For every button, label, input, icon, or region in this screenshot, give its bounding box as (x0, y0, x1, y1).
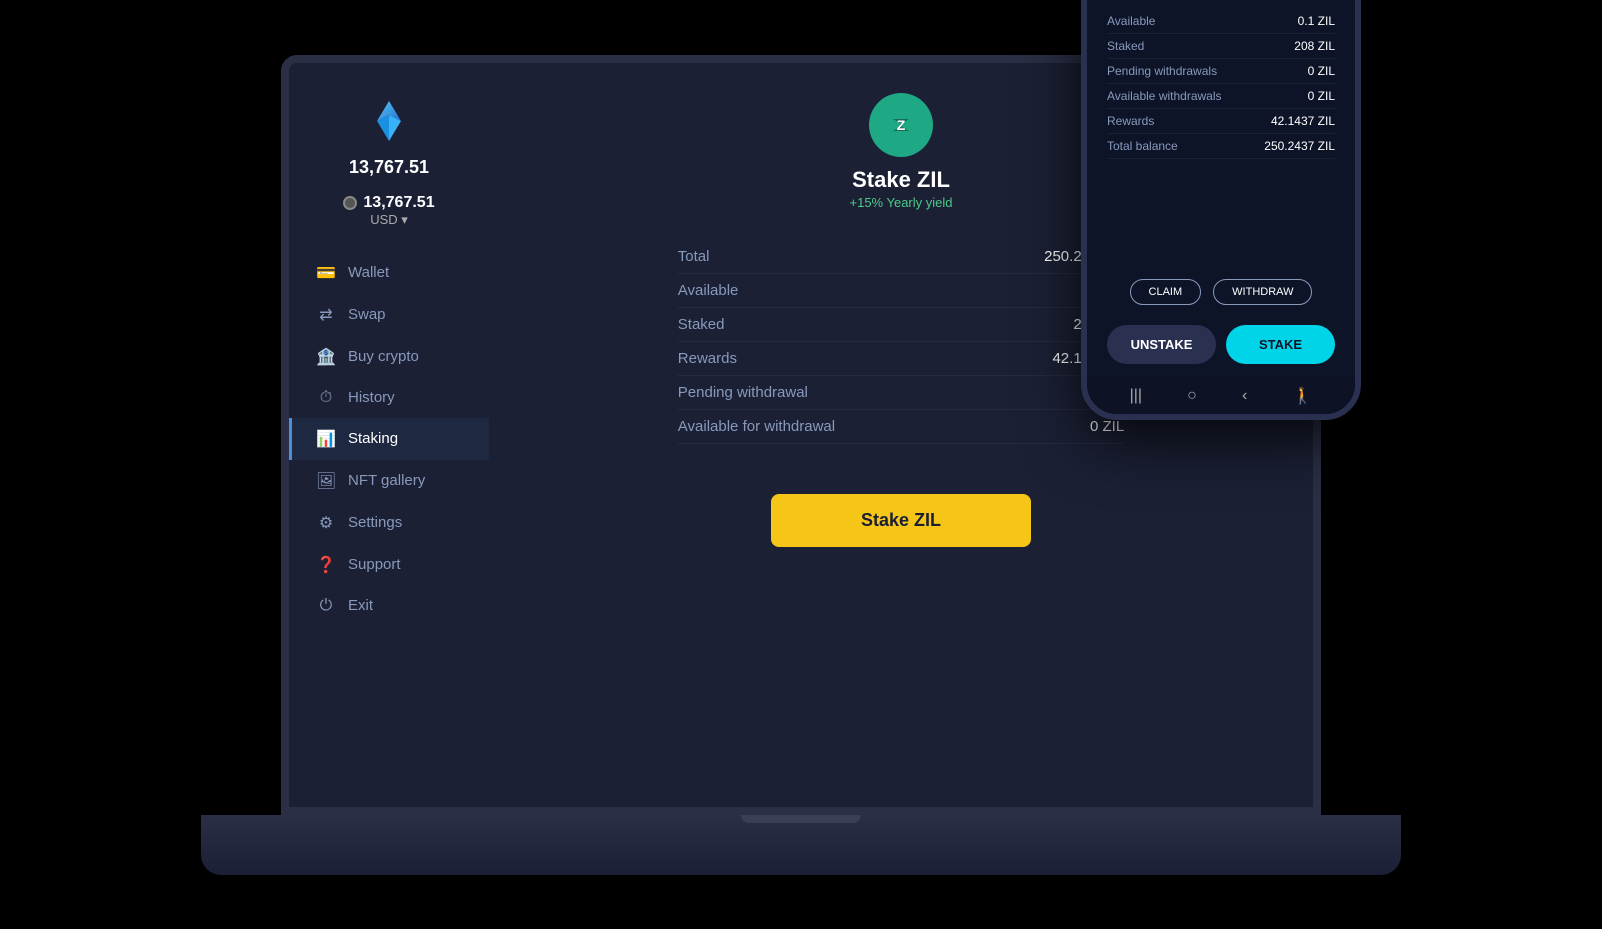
phone-overlay: 17:46 📶 🔋 ← Stakin (1081, 0, 1361, 420)
staked-label: Staked (678, 316, 725, 333)
sidebar-item-history[interactable]: ⏱ History (289, 378, 489, 418)
swap-icon: ⇄ (316, 305, 336, 325)
available-withdrawal-value: 0 ZIL (1090, 418, 1124, 435)
staking-icon: 📊 (316, 429, 336, 449)
svg-text:Z: Z (897, 117, 906, 133)
sidebar-item-support[interactable]: ❓ Support (289, 544, 489, 586)
action-buttons: Stake ZIL (529, 494, 1273, 547)
logo-name: 13,767.51 (349, 157, 429, 178)
sidebar-item-buy-crypto-label: Buy crypto (348, 348, 419, 365)
sidebar-item-wallet-label: Wallet (348, 264, 389, 281)
phone-stake-button[interactable]: STAKE (1226, 325, 1335, 364)
currency-selector[interactable]: USD ▾ (370, 212, 408, 228)
stats-row-pending: Pending withdrawal 0 ZIL (678, 376, 1124, 410)
android-recent-icon[interactable]: 🚶 (1292, 386, 1312, 406)
laptop-base (201, 815, 1401, 875)
android-menu-icon[interactable]: ||| (1130, 387, 1142, 405)
main-navigation: 💳 Wallet ⇄ Swap 🏦 Buy crypto ⏱ History (289, 252, 489, 626)
sidebar-item-swap-label: Swap (348, 306, 386, 323)
sidebar-item-swap[interactable]: ⇄ Swap (289, 294, 489, 336)
phone-stat-rewards: Rewards 42.1437 ZIL (1107, 109, 1335, 134)
phone-stat-avail-withdrawal: Available withdrawals 0 ZIL (1107, 84, 1335, 109)
token-yield: +15% Yearly yield (850, 195, 953, 210)
atomic-logo-icon (359, 93, 419, 153)
stats-row-total: Total 250.244 ZIL (678, 240, 1124, 274)
sidebar: 13,767.51 13,767.51 USD ▾ 💳 Wallet (289, 63, 489, 807)
total-label: Total (678, 248, 710, 265)
phone-stat-staked: Staked 208 ZIL (1107, 34, 1335, 59)
history-icon: ⏱ (316, 389, 336, 407)
sidebar-item-nft-gallery[interactable]: 🖼 NFT gallery (289, 460, 489, 502)
sidebar-item-exit-label: Exit (348, 597, 373, 614)
sidebar-item-buy-crypto[interactable]: 🏦 Buy crypto (289, 336, 489, 378)
settings-icon: ⚙ (316, 513, 336, 533)
phone-unstake-button[interactable]: UNSTAKE (1107, 325, 1216, 364)
stake-zil-button[interactable]: Stake ZIL (771, 494, 1031, 547)
zil-logo-icon: Z (883, 107, 919, 143)
exit-icon: ⏻ (316, 597, 336, 615)
phone-withdraw-button[interactable]: WITHDRAW (1213, 279, 1312, 305)
stats-row-staked: Staked 208 ZIL (678, 308, 1124, 342)
phone-stats: Available 0.1 ZIL Staked 208 ZIL Pending… (1087, 3, 1355, 269)
rewards-label: Rewards (678, 350, 737, 367)
phone-shell: 17:46 📶 🔋 ← Stakin (1081, 0, 1361, 420)
staking-stats: Total 250.244 ZIL Available 0 ZIL Staked… (678, 240, 1124, 444)
sidebar-item-history-label: History (348, 389, 395, 406)
balance-area: 13,767.51 USD ▾ (343, 194, 434, 228)
token-name: Stake ZIL (852, 167, 950, 193)
available-withdrawal-label: Available for withdrawal (678, 418, 835, 435)
token-icon: Z (869, 93, 933, 157)
android-back-icon[interactable]: ‹ (1242, 387, 1247, 405)
sidebar-item-support-label: Support (348, 556, 401, 573)
phone-bottom-buttons: UNSTAKE STAKE (1087, 315, 1355, 378)
phone-claim-button[interactable]: CLAIM (1130, 279, 1202, 305)
sidebar-item-settings[interactable]: ⚙ Settings (289, 502, 489, 544)
logo-area: 13,767.51 (349, 93, 429, 178)
stats-row-rewards: Rewards 42.144 ZIL (678, 342, 1124, 376)
balance-dot-icon (343, 196, 357, 210)
phone-stat-pending: Pending withdrawals 0 ZIL (1107, 59, 1335, 84)
nft-icon: 🖼 (316, 471, 336, 491)
buy-crypto-icon: 🏦 (316, 347, 336, 367)
phone-screen: 17:46 📶 🔋 ← Stakin (1087, 0, 1355, 414)
phone-action-row: CLAIM WITHDRAW (1087, 269, 1355, 315)
phone-android-nav: ||| ○ ‹ 🚶 (1087, 378, 1355, 414)
sidebar-item-nft-gallery-label: NFT gallery (348, 472, 425, 489)
android-home-icon[interactable]: ○ (1187, 387, 1197, 405)
wallet-icon: 💳 (316, 263, 336, 283)
sidebar-item-staking[interactable]: 📊 Staking (289, 418, 489, 460)
sidebar-item-exit[interactable]: ⏻ Exit (289, 586, 489, 626)
sidebar-item-wallet[interactable]: 💳 Wallet (289, 252, 489, 294)
phone-stat-available: Available 0.1 ZIL (1107, 9, 1335, 34)
available-label: Available (678, 282, 739, 299)
phone-stat-total: Total balance 250.2437 ZIL (1107, 134, 1335, 159)
balance-amount: 13,767.51 (363, 194, 434, 212)
sidebar-item-staking-label: Staking (348, 430, 398, 447)
stats-row-available-withdrawal: Available for withdrawal 0 ZIL (678, 410, 1124, 444)
stats-row-available: Available 0 ZIL (678, 274, 1124, 308)
support-icon: ❓ (316, 555, 336, 575)
pending-label: Pending withdrawal (678, 384, 808, 401)
sidebar-item-settings-label: Settings (348, 514, 402, 531)
